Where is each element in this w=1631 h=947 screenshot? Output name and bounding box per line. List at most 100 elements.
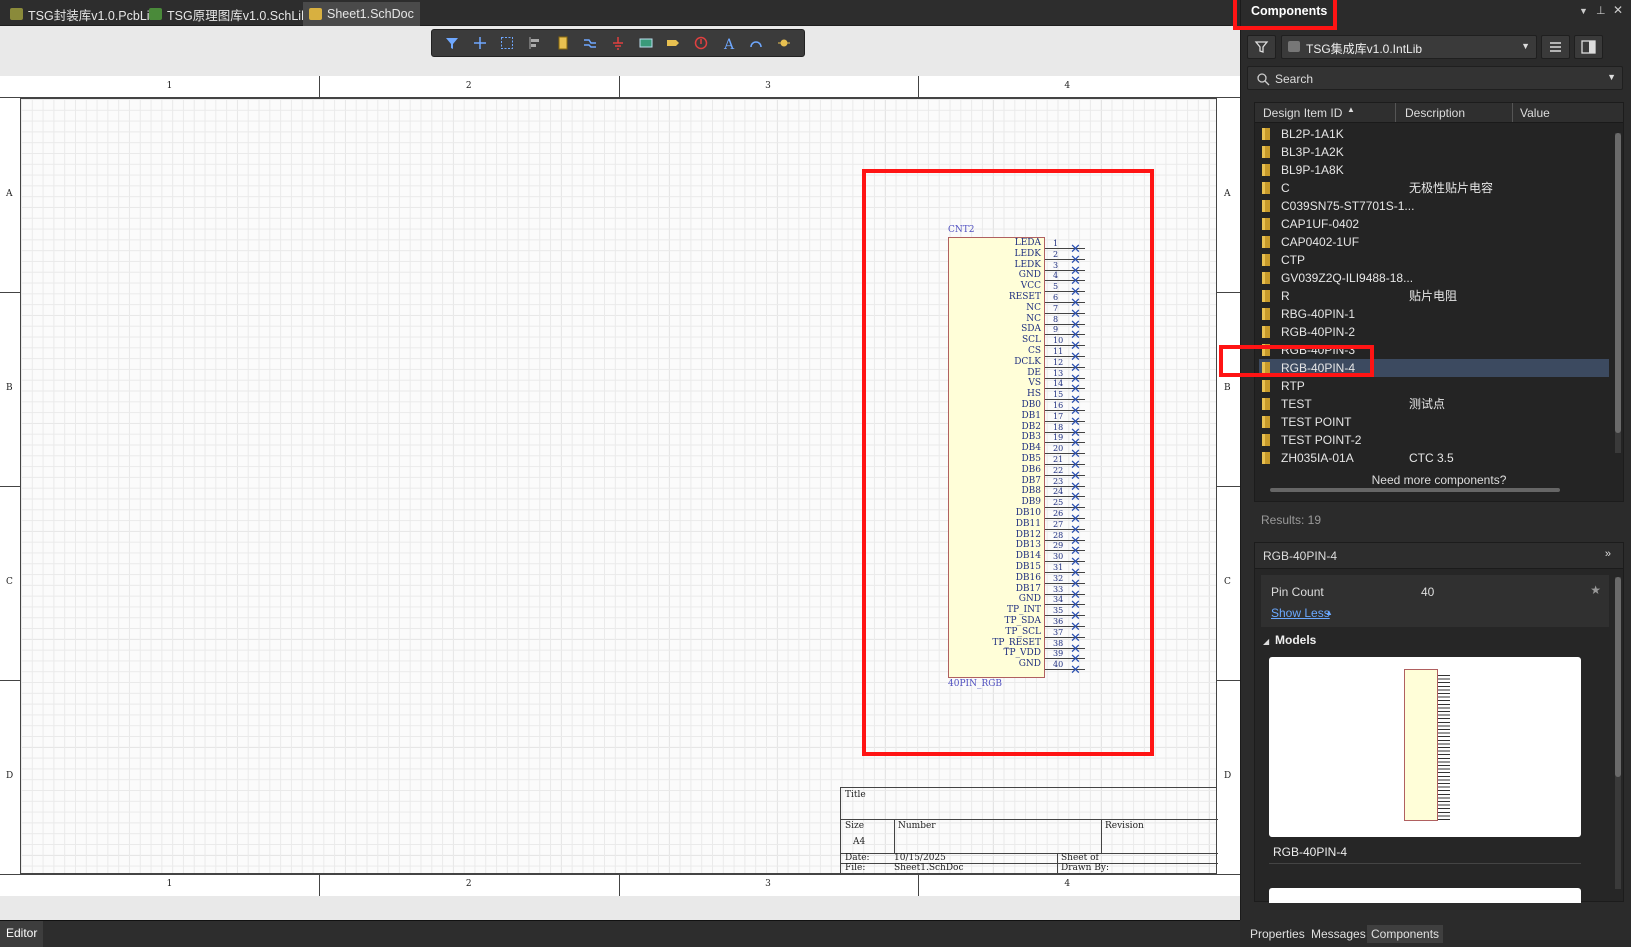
- component-list-item[interactable]: RGB-40PIN-2: [1259, 323, 1609, 341]
- component-list-item[interactable]: RGB-40PIN-4: [1259, 359, 1609, 377]
- library-select[interactable]: TSG集成库v1.0.IntLib ▼: [1281, 35, 1537, 59]
- component-list-item[interactable]: R 贴片电阻: [1259, 287, 1609, 305]
- component-list-item[interactable]: C039SN75-ST7701S-1...: [1259, 197, 1609, 215]
- tab-messages[interactable]: Messages: [1307, 925, 1370, 943]
- models-label: Models: [1275, 633, 1317, 647]
- component-list-item[interactable]: TEST POINT-2: [1259, 431, 1609, 449]
- component-list-item[interactable]: CTP: [1259, 251, 1609, 269]
- pin-number: 4: [1053, 271, 1059, 281]
- component-list-item[interactable]: BL9P-1A8K: [1259, 161, 1609, 179]
- component-list[interactable]: Design Item ID ▲ Description Value BL2P-…: [1254, 102, 1624, 502]
- select-rect-icon[interactable]: [496, 32, 518, 54]
- need-more-link[interactable]: Need more components?: [1255, 473, 1623, 487]
- pin-number: 40: [1053, 660, 1064, 670]
- component-list-item[interactable]: ZH035IA-01A CTC 3.5: [1259, 449, 1609, 467]
- close-icon[interactable]: ✕: [1613, 3, 1623, 17]
- component-icon: [1262, 344, 1270, 356]
- view-details-button[interactable]: [1574, 35, 1603, 59]
- no-erc-icon[interactable]: [690, 32, 712, 54]
- pin-name: TP_SDA: [1004, 616, 1041, 626]
- pin-number: 25: [1053, 498, 1064, 508]
- text-icon[interactable]: A: [718, 32, 740, 54]
- pin-name: NC: [1026, 313, 1041, 324]
- component-list-item[interactable]: GV039Z2Q-ILI9488-18...: [1259, 269, 1609, 287]
- model-preview[interactable]: [1269, 657, 1581, 837]
- pin-number: 26: [1053, 509, 1064, 518]
- pin-number: 32: [1053, 573, 1064, 583]
- pin-number: 36: [1053, 617, 1064, 626]
- detail-scrollbar[interactable]: [1615, 577, 1621, 889]
- filter-icon[interactable]: [441, 32, 463, 54]
- vertical-scrollbar[interactable]: [1615, 133, 1621, 453]
- model-preview-2[interactable]: [1269, 888, 1581, 903]
- active-bar-toolbar: A: [431, 29, 805, 57]
- filter-icon: [1254, 41, 1269, 53]
- tab-schdoc[interactable]: Sheet1.SchDoc: [303, 2, 420, 26]
- part-icon[interactable]: [552, 32, 574, 54]
- pin-name: DB0: [1021, 400, 1041, 410]
- expand-icon[interactable]: ◢: [1263, 637, 1269, 646]
- item-id: C: [1281, 181, 1290, 195]
- collapse-icon[interactable]: »: [1605, 548, 1611, 560]
- arc-icon[interactable]: [745, 32, 767, 54]
- pin-name: SDA: [1021, 324, 1041, 335]
- item-description: 无极性贴片电容: [1409, 181, 1494, 195]
- pin-number: 27: [1053, 519, 1064, 529]
- pin-number: 13: [1053, 368, 1064, 378]
- pin-count-label: Pin Count: [1271, 585, 1324, 599]
- view-list-button[interactable]: [1541, 35, 1570, 59]
- svg-text:A: A: [723, 37, 735, 50]
- pin-number: 31: [1053, 563, 1064, 572]
- star-icon[interactable]: ★: [1590, 583, 1601, 597]
- ground-icon[interactable]: [607, 32, 629, 54]
- component-list-item[interactable]: BL2P-1A1K: [1259, 125, 1609, 143]
- panel-menu-icon[interactable]: ▼: [1579, 6, 1588, 16]
- col-design-item-id[interactable]: Design Item ID: [1263, 106, 1342, 120]
- component-list-item[interactable]: CAP0402-1UF: [1259, 233, 1609, 251]
- component-list-item[interactable]: CAP1UF-0402: [1259, 215, 1609, 233]
- search-field[interactable]: Search ▼: [1247, 66, 1623, 90]
- port-icon[interactable]: [635, 32, 657, 54]
- item-description: CTC 3.5: [1409, 451, 1454, 465]
- chevron-down-icon[interactable]: ▼: [1607, 72, 1616, 82]
- wire-icon[interactable]: [579, 32, 601, 54]
- align-icon[interactable]: [524, 32, 546, 54]
- component-list-item[interactable]: BL3P-1A2K: [1259, 143, 1609, 161]
- junction-icon[interactable]: [773, 32, 795, 54]
- menu-icon: [1550, 42, 1561, 52]
- net-label-icon[interactable]: [662, 32, 684, 54]
- component-designator: CNT2: [948, 225, 975, 235]
- component-list-item[interactable]: C 无极性贴片电容: [1259, 179, 1609, 197]
- pin-number: 30: [1053, 552, 1064, 562]
- horizontal-scrollbar[interactable]: [1260, 487, 1618, 493]
- component-list-item[interactable]: TEST POINT: [1259, 413, 1609, 431]
- pin-name: DB16: [1015, 572, 1041, 583]
- pin-icon[interactable]: ⊥: [1596, 4, 1606, 17]
- model-name: RGB-40PIN-4: [1273, 845, 1348, 859]
- tab-pcblib[interactable]: TSG封装库v1.0.PcbLib: [4, 2, 163, 26]
- show-less-link[interactable]: Show Less: [1271, 606, 1330, 620]
- pin-name: LEDA: [1014, 238, 1041, 248]
- col-value[interactable]: Value: [1520, 106, 1550, 120]
- tab-properties[interactable]: Properties: [1246, 925, 1309, 943]
- component-list-item[interactable]: RGB-40PIN-3: [1259, 341, 1609, 359]
- pin-number: 21: [1053, 455, 1064, 464]
- tab-components[interactable]: Components: [1367, 925, 1444, 943]
- col-description[interactable]: Description: [1405, 106, 1465, 120]
- tab-schlib[interactable]: TSG原理图库v1.0.SchLib: [143, 2, 314, 26]
- pin-name: DB12: [1015, 529, 1041, 540]
- cross-icon[interactable]: [469, 32, 491, 54]
- editor-tab[interactable]: Editor: [0, 921, 44, 947]
- results-count: Results: 19: [1261, 513, 1322, 527]
- filter-button[interactable]: [1247, 35, 1276, 59]
- chevron-down-icon: ▼: [1521, 41, 1530, 51]
- preview-symbol: [1404, 669, 1438, 821]
- item-id: RGB-40PIN-2: [1281, 325, 1356, 339]
- pin-number: 15: [1053, 390, 1064, 400]
- library-icon: [1288, 41, 1300, 52]
- component-list-item[interactable]: RTP: [1259, 377, 1609, 395]
- component-list-item[interactable]: TEST 测试点: [1259, 395, 1609, 413]
- pin-name: CS: [1027, 346, 1041, 356]
- component-list-item[interactable]: RBG-40PIN-1: [1259, 305, 1609, 323]
- item-id: BL2P-1A1K: [1281, 127, 1344, 141]
